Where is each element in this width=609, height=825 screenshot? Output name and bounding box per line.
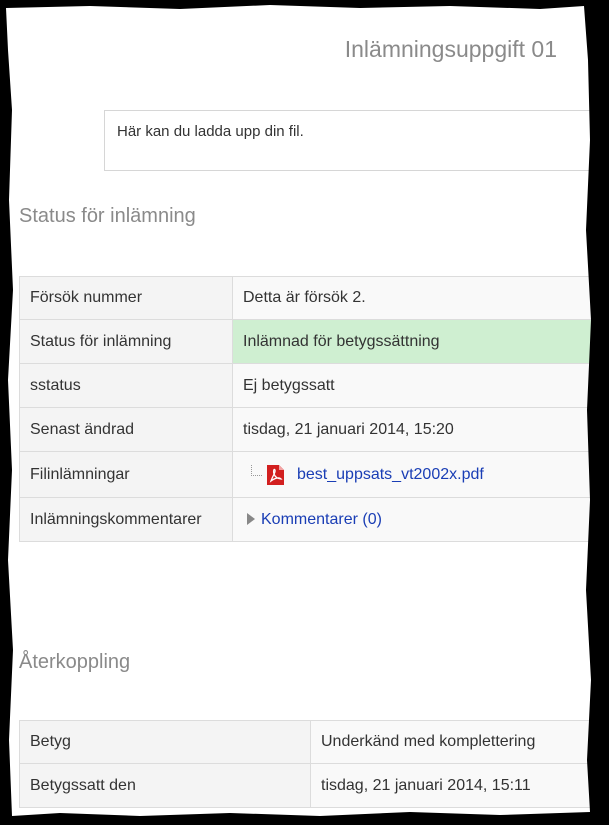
screenshot-frame [0, 0, 609, 825]
